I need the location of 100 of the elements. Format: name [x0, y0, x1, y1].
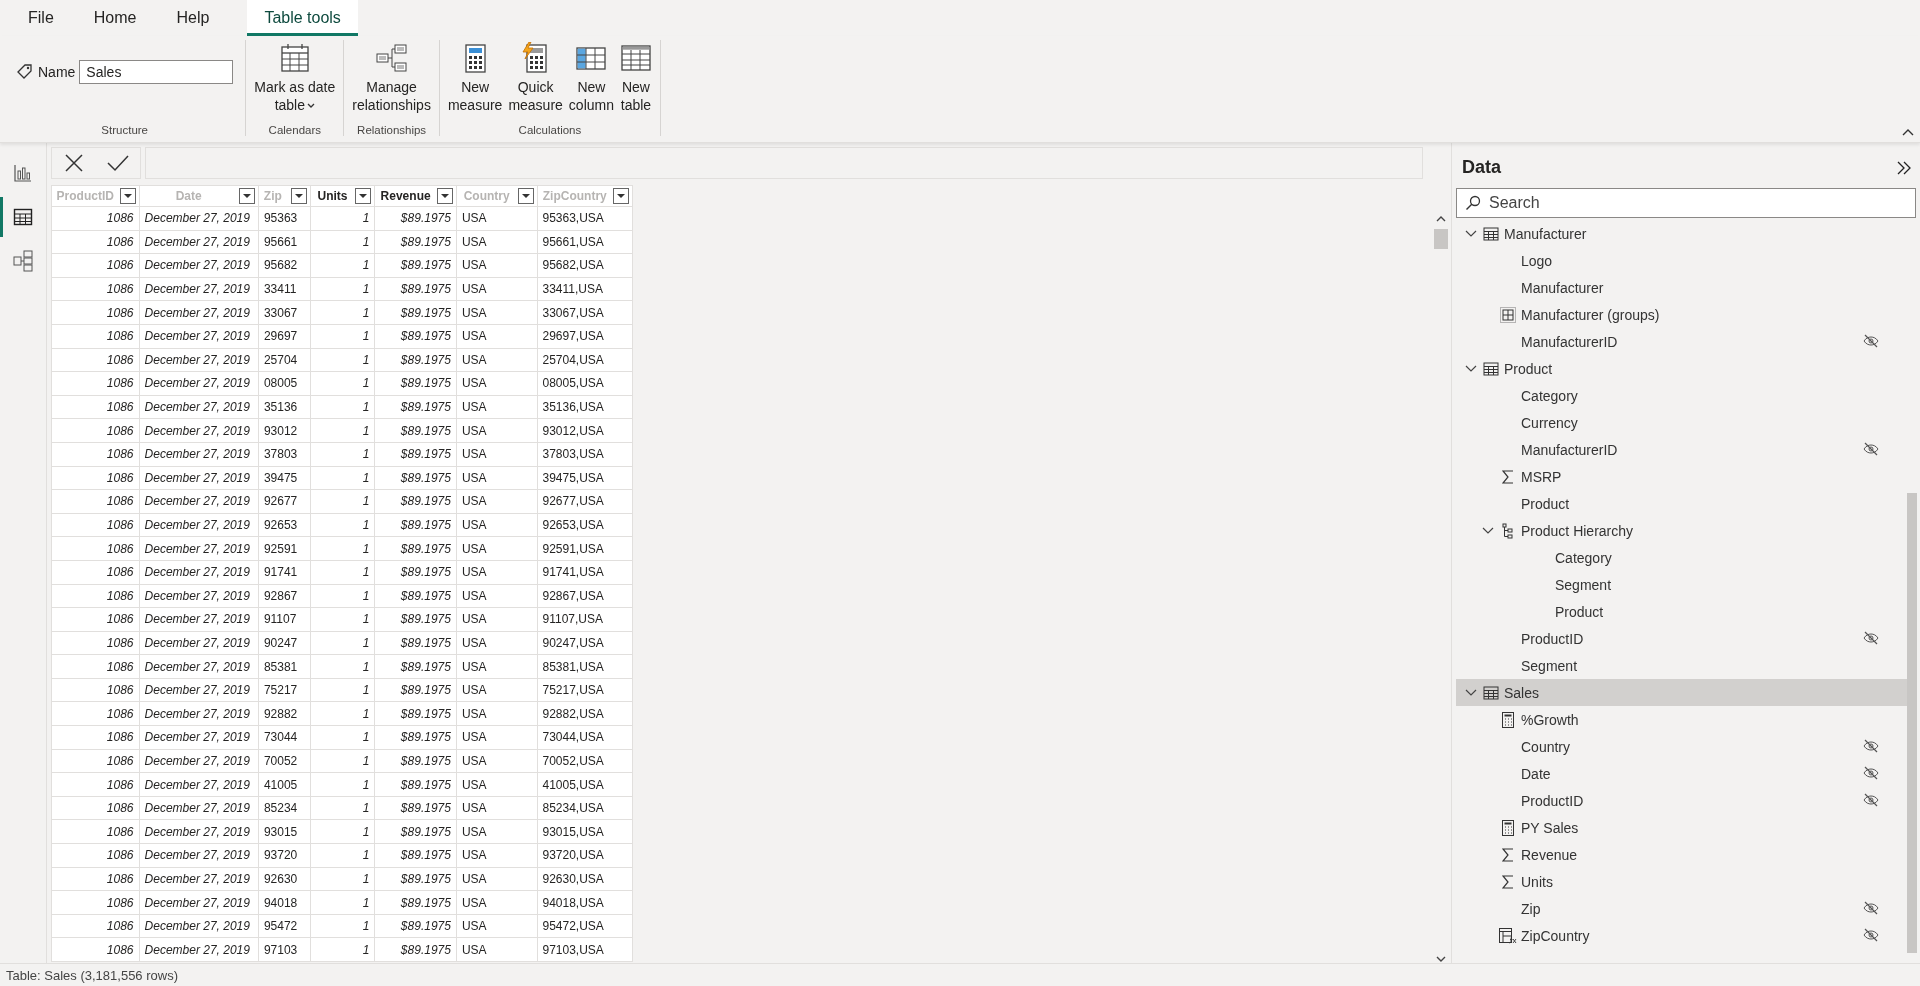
tree-item[interactable]: Units: [1456, 868, 1907, 895]
tree-item[interactable]: Product: [1456, 598, 1907, 625]
filter-dropdown-icon[interactable]: [436, 188, 453, 204]
hidden-eye-icon[interactable]: [1863, 739, 1879, 753]
name-field[interactable]: Sales: [79, 60, 234, 84]
ribbon-button[interactable]: New table: [618, 40, 654, 116]
filter-dropdown-icon[interactable]: [355, 188, 372, 204]
table-cell: 1: [309, 938, 375, 962]
hidden-eye-icon[interactable]: [1863, 631, 1879, 645]
tree-item[interactable]: Product: [1456, 490, 1907, 517]
column-header[interactable]: Revenue: [374, 185, 456, 207]
tree-item[interactable]: Country: [1456, 733, 1907, 760]
table-cell: 1: [309, 301, 375, 325]
tree-item[interactable]: PY Sales: [1456, 814, 1907, 841]
expand-pane-icon[interactable]: [1896, 159, 1912, 176]
scroll-down-icon[interactable]: [1436, 955, 1446, 963]
tree-item[interactable]: Product Hierarchy: [1456, 517, 1907, 544]
tree-item[interactable]: %Growth: [1456, 706, 1907, 733]
check-icon[interactable]: [106, 154, 129, 172]
ribbon-tab[interactable]: File: [12, 0, 70, 36]
ribbon-tab[interactable]: Help: [160, 0, 226, 36]
chevron-icon[interactable]: [1465, 364, 1477, 373]
table-cell: 92677: [257, 490, 310, 514]
filter-dropdown-icon[interactable]: [517, 188, 534, 204]
table-cell: December 27, 2019: [138, 796, 258, 821]
tree-item[interactable]: Revenue: [1456, 841, 1907, 868]
table-cell: USA: [455, 891, 537, 915]
filter-dropdown-icon[interactable]: [613, 188, 629, 204]
filter-dropdown-icon[interactable]: [290, 188, 307, 204]
ribbon-button[interactable]: New column: [566, 40, 616, 116]
search-field[interactable]: Search: [1456, 188, 1916, 218]
ribbon-button[interactable]: Manage relationships: [350, 40, 433, 116]
tree-item[interactable]: Sales: [1456, 679, 1907, 706]
tree-item[interactable]: Currency: [1456, 409, 1907, 436]
table-cell: 1: [309, 655, 375, 679]
table-cell: December 27, 2019: [138, 749, 258, 774]
table-cell: December 27, 2019: [138, 301, 258, 325]
tree-item[interactable]: Manufacturer: [1456, 220, 1907, 247]
table-cell: December 27, 2019: [138, 372, 258, 396]
hidden-eye-icon[interactable]: [1863, 928, 1879, 942]
hidden-eye-icon[interactable]: [1863, 442, 1879, 456]
table-cell: 1086: [51, 207, 139, 231]
chevron-icon[interactable]: [1482, 526, 1494, 535]
table-cell: USA: [455, 419, 537, 443]
tree-item[interactable]: ProductID: [1456, 787, 1907, 814]
table-cell: December 27, 2019: [138, 891, 258, 915]
table-cell: 1086: [51, 560, 139, 585]
ribbon-tab[interactable]: Home: [77, 0, 153, 36]
ribbon-tab[interactable]: Table tools: [247, 0, 358, 36]
tree-item[interactable]: ManufacturerID: [1456, 328, 1907, 355]
tree-item[interactable]: Segment: [1456, 652, 1907, 679]
table-cell: 93015: [257, 820, 310, 845]
tree-item[interactable]: ManufacturerID: [1456, 436, 1907, 463]
ribbon-button[interactable]: Mark as date table: [252, 40, 338, 116]
hidden-eye-icon[interactable]: [1863, 793, 1879, 807]
table-cell: $89.1975: [374, 348, 456, 373]
table-cell: 95682: [257, 254, 310, 278]
table-cell: $89.1975: [374, 301, 456, 325]
tree-item[interactable]: Date: [1456, 760, 1907, 787]
table-cell: 73044: [257, 726, 310, 750]
table-cell: 1086: [51, 395, 139, 420]
table-cell: 93012: [257, 419, 310, 443]
table-cell: December 27, 2019: [138, 631, 258, 656]
ribbon-button[interactable]: New measure: [445, 40, 505, 116]
hidden-eye-icon[interactable]: [1863, 901, 1879, 915]
table-cell: USA: [455, 655, 537, 679]
tree-item[interactable]: Zip: [1456, 895, 1907, 922]
hidden-eye-icon[interactable]: [1863, 766, 1879, 780]
tree-item[interactable]: Category: [1456, 382, 1907, 409]
scrollbar-thumb[interactable]: [1907, 493, 1917, 953]
tree-item[interactable]: Manufacturer (groups): [1456, 301, 1907, 328]
chevron-icon[interactable]: [1465, 229, 1477, 238]
filter-dropdown-icon[interactable]: [119, 188, 136, 204]
scroll-up-icon[interactable]: [1436, 215, 1446, 223]
tree-item[interactable]: MSRP: [1456, 463, 1907, 490]
collapse-icon[interactable]: [1902, 128, 1914, 136]
tree-item[interactable]: ZipCountry: [1456, 922, 1907, 949]
table-cell: 1086: [51, 513, 139, 538]
table-cell: 95363: [257, 207, 310, 231]
table-cell: 93015,USA: [536, 820, 633, 845]
filter-dropdown-icon[interactable]: [238, 188, 255, 204]
tree-item[interactable]: Logo: [1456, 247, 1907, 274]
hidden-eye-icon[interactable]: [1863, 334, 1879, 348]
chevron-icon[interactable]: [1465, 688, 1477, 697]
tree-item[interactable]: Category: [1456, 544, 1907, 571]
tree-item[interactable]: ProductID: [1456, 625, 1907, 652]
sigma-icon: [1502, 847, 1514, 862]
bar-chart-icon: [13, 163, 33, 183]
cancel-icon[interactable]: [63, 153, 84, 173]
calculator-icon: [1502, 819, 1514, 836]
ribbon-button[interactable]: Quick measure: [506, 40, 565, 116]
scrollbar-thumb[interactable]: [1434, 229, 1448, 249]
table-cell: December 27, 2019: [138, 655, 258, 679]
table-cell: 92882: [257, 702, 310, 727]
table-cell: 93012,USA: [536, 419, 633, 443]
table-cell: 95682,USA: [536, 254, 633, 278]
tree-item[interactable]: Segment: [1456, 571, 1907, 598]
tree-item[interactable]: Manufacturer: [1456, 274, 1907, 301]
column-header[interactable]: Units: [309, 185, 375, 207]
tree-item[interactable]: Product: [1456, 355, 1907, 382]
